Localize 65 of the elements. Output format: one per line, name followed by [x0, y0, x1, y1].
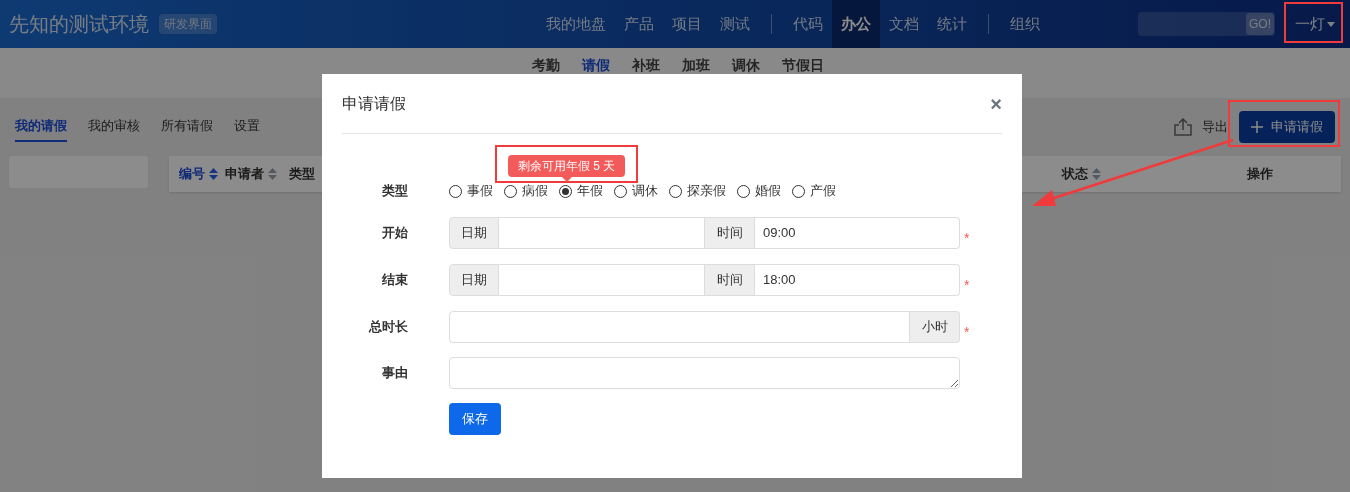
export-link[interactable]: 导出: [1202, 117, 1228, 137]
date-field[interactable]: [499, 263, 704, 296]
sub-nav-item[interactable]: 加班: [682, 55, 710, 76]
radio-option[interactable]: 调休: [614, 181, 658, 201]
apply-leave-button[interactable]: 申请请假: [1239, 111, 1335, 143]
time-addon: 时间: [704, 216, 755, 249]
tooltip-pointer: [561, 177, 572, 182]
column-header[interactable]: 编号: [179, 164, 205, 184]
sort-icon[interactable]: [1092, 168, 1101, 180]
date-field[interactable]: [499, 216, 704, 249]
nav-item[interactable]: 统计: [927, 0, 976, 48]
time-field[interactable]: 09:00: [755, 216, 960, 249]
column-header[interactable]: 申请者: [225, 164, 264, 184]
radio-option[interactable]: 病假: [504, 181, 548, 201]
radio-option[interactable]: 事假: [449, 181, 493, 201]
caret-icon: [1327, 21, 1335, 27]
field-label: 类型: [381, 182, 408, 201]
nav-item[interactable]: 产品: [614, 0, 663, 48]
required-mark: *: [964, 323, 970, 342]
tab[interactable]: 我的审核: [88, 112, 140, 142]
nav-item[interactable]: 我的地盘: [536, 0, 615, 48]
user-menu[interactable]: 一灯: [1295, 12, 1341, 36]
column-header[interactable]: 状态: [1062, 164, 1088, 184]
reason-field[interactable]: [449, 357, 960, 389]
tab[interactable]: 我的请假: [15, 112, 67, 142]
tab[interactable]: 设置: [234, 112, 260, 142]
sub-nav-item[interactable]: 补班: [632, 55, 660, 76]
tooltip: 剩余可用年假 5 天: [507, 155, 626, 177]
nav-item[interactable]: 组织: [1000, 0, 1049, 48]
nav-item[interactable]: 项目: [662, 0, 711, 48]
save-button[interactable]: 保存: [449, 403, 501, 435]
sort-icon[interactable]: [209, 168, 218, 180]
time-field[interactable]: 18:00: [755, 263, 960, 296]
radio-option[interactable]: 年假: [559, 181, 603, 201]
nav-item[interactable]: 办公: [831, 0, 880, 48]
date-addon: 日期: [449, 216, 499, 249]
sub-nav-item[interactable]: 调休: [732, 55, 760, 76]
field-label: 结束: [381, 270, 408, 289]
required-mark: *: [964, 276, 970, 295]
date-addon: 日期: [449, 263, 499, 296]
nav-item[interactable]: 测试: [710, 0, 759, 48]
sub-nav-item[interactable]: 考勤: [532, 55, 560, 76]
dialog-title: 申请请假: [342, 93, 406, 114]
field-label: 总时长: [367, 317, 408, 336]
field-label: 开始: [381, 223, 408, 242]
sub-nav-item[interactable]: 请假: [582, 55, 610, 76]
duration-field[interactable]: [449, 310, 910, 343]
column-header[interactable]: 操作: [1247, 164, 1273, 184]
column-header[interactable]: 类型: [289, 164, 315, 184]
radio-option[interactable]: 产假: [792, 181, 836, 201]
time-addon: 时间: [704, 263, 755, 296]
field-label: 事由: [381, 364, 408, 383]
close-button[interactable]: ×: [990, 93, 1002, 114]
radio-option[interactable]: 婚假: [737, 181, 781, 201]
sub-nav-item[interactable]: 节假日: [782, 55, 824, 76]
app-logo[interactable]: 先知的测试环境: [9, 9, 149, 39]
plus-icon: [1251, 121, 1263, 133]
radio-option[interactable]: 探亲假: [669, 181, 726, 201]
tab[interactable]: 所有请假: [161, 112, 213, 142]
unit-addon: 小时: [910, 310, 960, 343]
highlight-frame: [1284, 2, 1343, 43]
nav-item[interactable]: 代码: [783, 0, 832, 48]
export-icon[interactable]: [1173, 118, 1193, 136]
required-mark: *: [964, 229, 970, 248]
sort-icon[interactable]: [268, 168, 277, 180]
